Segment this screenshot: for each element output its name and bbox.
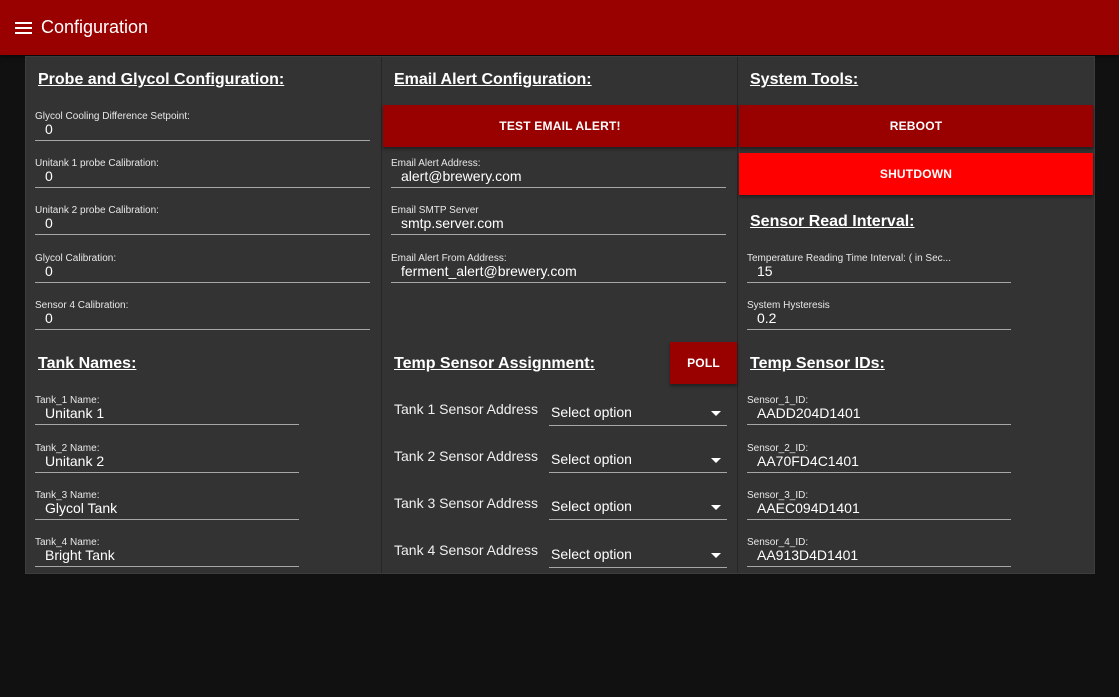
hysteresis-input[interactable] <box>747 308 1011 330</box>
tank3-name-field[interactable]: Tank_3 Name: <box>35 490 299 522</box>
tank4-name-input[interactable] <box>35 545 299 567</box>
sensor3-id-field[interactable]: Sensor_3_ID: <box>747 490 1011 522</box>
select-value: Select option <box>551 498 632 514</box>
sensor1-id-field[interactable]: Sensor_1_ID: <box>747 395 1011 427</box>
tank2-sensor-label: Tank 2 Sensor Address <box>394 448 538 464</box>
sensor3-id-input[interactable] <box>747 498 1011 520</box>
select-value: Select option <box>551 451 632 467</box>
sensor1-id-input[interactable] <box>747 403 1011 425</box>
test-email-button[interactable]: TEST EMAIL ALERT! <box>383 105 737 147</box>
tank1-sensor-label: Tank 1 Sensor Address <box>394 401 538 417</box>
sensor2-id-input[interactable] <box>747 451 1011 473</box>
reading-interval-input[interactable] <box>747 261 1011 283</box>
sensor4-id-input[interactable] <box>747 545 1011 567</box>
dropdown-caret-icon <box>711 505 721 510</box>
from-address-field[interactable]: Email Alert From Address: <box>391 253 726 285</box>
smtp-server-input[interactable] <box>391 213 726 235</box>
from-address-input[interactable] <box>391 261 726 283</box>
tank3-sensor-select[interactable]: Select option <box>549 494 727 520</box>
glycol-calibration-field[interactable]: Glycol Calibration: <box>35 253 370 285</box>
select-value: Select option <box>551 546 632 562</box>
reboot-button[interactable]: REBOOT <box>739 105 1093 147</box>
email-section-title: Email Alert Configuration: <box>394 71 592 88</box>
app-bar: Configuration <box>0 0 1119 55</box>
dropdown-caret-icon <box>711 411 721 416</box>
tools-column: System Tools: REBOOT SHUTDOWN Sensor Rea… <box>738 57 1094 573</box>
shutdown-button[interactable]: SHUTDOWN <box>739 153 1093 195</box>
system-tools-title: System Tools: <box>750 71 859 88</box>
sensor-ids-title: Temp Sensor IDs: <box>750 355 885 372</box>
sensor4-id-field[interactable]: Sensor_4_ID: <box>747 537 1011 569</box>
hysteresis-field[interactable]: System Hysteresis <box>747 300 1011 332</box>
tank3-sensor-label: Tank 3 Sensor Address <box>394 495 538 511</box>
sensor4-calibration-field[interactable]: Sensor 4 Calibration: <box>35 300 370 332</box>
poll-button[interactable]: POLL <box>670 342 737 384</box>
tank1-sensor-select[interactable]: Select option <box>549 400 727 426</box>
tank-names-title: Tank Names: <box>38 355 137 372</box>
unitank1-calibration-field[interactable]: Unitank 1 probe Calibration: <box>35 158 370 190</box>
reading-interval-field[interactable]: Temperature Reading Time Interval: ( in … <box>747 253 1011 285</box>
dropdown-caret-icon <box>711 458 721 463</box>
tank2-name-field[interactable]: Tank_2 Name: <box>35 443 299 475</box>
dropdown-caret-icon <box>711 553 721 558</box>
tank2-name-input[interactable] <box>35 451 299 473</box>
glycol-calibration-input[interactable] <box>35 261 370 283</box>
email-address-input[interactable] <box>391 166 726 188</box>
tank2-sensor-select[interactable]: Select option <box>549 447 727 473</box>
tank1-name-field[interactable]: Tank_1 Name: <box>35 395 299 427</box>
sensor-assignment-title: Temp Sensor Assignment: <box>394 355 595 372</box>
glycol-setpoint-field[interactable]: Glycol Cooling Difference Setpoint: <box>35 111 370 143</box>
sensor2-id-field[interactable]: Sensor_2_ID: <box>747 443 1011 475</box>
tank3-name-input[interactable] <box>35 498 299 520</box>
menu-icon[interactable] <box>15 22 32 35</box>
smtp-server-field[interactable]: Email SMTP Server <box>391 205 726 237</box>
tank1-name-input[interactable] <box>35 403 299 425</box>
tank4-name-field[interactable]: Tank_4 Name: <box>35 537 299 569</box>
unitank1-calibration-input[interactable] <box>35 166 370 188</box>
unitank2-calibration-input[interactable] <box>35 213 370 235</box>
page-title: Configuration <box>41 17 149 37</box>
probe-column: Probe and Glycol Configuration: Glycol C… <box>26 57 382 573</box>
email-address-field[interactable]: Email Alert Address: <box>391 158 726 190</box>
sensor-interval-title: Sensor Read Interval: <box>750 213 915 230</box>
select-value: Select option <box>551 404 632 420</box>
probe-section-title: Probe and Glycol Configuration: <box>38 71 285 88</box>
email-column: Email Alert Configuration: TEST EMAIL AL… <box>382 57 738 573</box>
unitank2-calibration-field[interactable]: Unitank 2 probe Calibration: <box>35 205 370 237</box>
tank4-sensor-label: Tank 4 Sensor Address <box>394 542 538 558</box>
tank4-sensor-select[interactable]: Select option <box>549 542 727 568</box>
sensor4-calibration-input[interactable] <box>35 308 370 330</box>
configuration-panel: Probe and Glycol Configuration: Glycol C… <box>25 56 1095 574</box>
glycol-setpoint-input[interactable] <box>35 119 370 141</box>
